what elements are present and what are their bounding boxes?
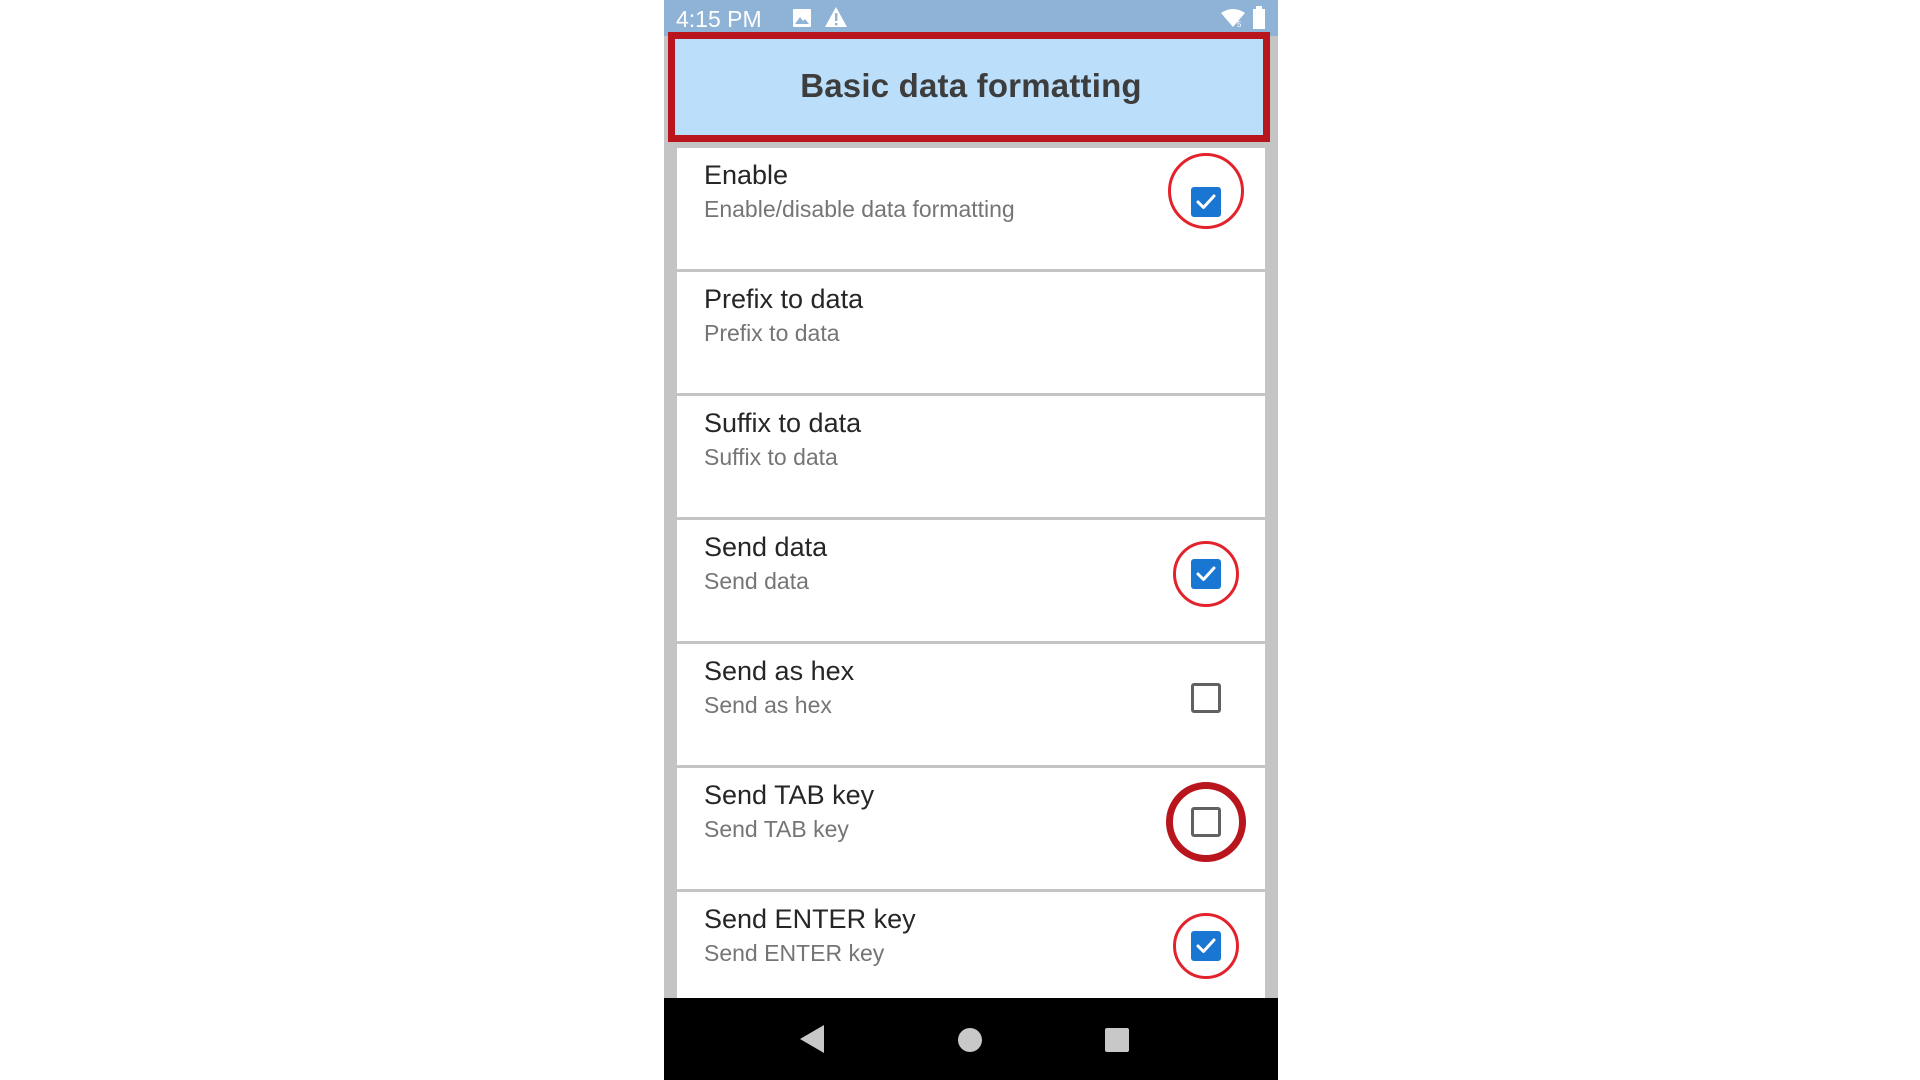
setting-summary: Suffix to data bbox=[704, 444, 838, 470]
warning-icon bbox=[825, 7, 847, 27]
setting-prefix-to-data[interactable]: Prefix to data Prefix to data bbox=[677, 272, 1265, 393]
send-as-hex-checkbox[interactable] bbox=[1191, 683, 1221, 713]
navigation-bar bbox=[664, 998, 1278, 1080]
checkmark-icon bbox=[1196, 194, 1216, 209]
recents-icon[interactable] bbox=[1105, 1028, 1129, 1052]
setting-send-data[interactable]: Send data Send data bbox=[677, 520, 1265, 641]
send-tab-key-checkbox[interactable] bbox=[1191, 807, 1221, 837]
status-bar: 4:15 PM 5 bbox=[664, 0, 1278, 36]
setting-summary: Enable/disable data formatting bbox=[704, 196, 1015, 222]
app-bar: Basic data formatting bbox=[674, 36, 1268, 136]
setting-send-enter-key[interactable]: Send ENTER key Send ENTER key bbox=[677, 892, 1265, 1013]
settings-list: Enable Enable/disable data formatting Pr… bbox=[677, 148, 1265, 1016]
setting-summary: Prefix to data bbox=[704, 320, 840, 346]
setting-send-tab-key[interactable]: Send TAB key Send TAB key bbox=[677, 768, 1265, 889]
setting-enable[interactable]: Enable Enable/disable data formatting bbox=[677, 148, 1265, 269]
setting-summary: Send TAB key bbox=[704, 816, 849, 842]
setting-send-as-hex[interactable]: Send as hex Send as hex bbox=[677, 644, 1265, 765]
setting-title: Send TAB key bbox=[704, 780, 875, 810]
battery-icon bbox=[1253, 6, 1265, 29]
enable-checkbox[interactable] bbox=[1191, 187, 1221, 217]
setting-title: Send ENTER key bbox=[704, 904, 916, 934]
setting-summary: Send as hex bbox=[704, 692, 832, 718]
setting-title: Prefix to data bbox=[704, 284, 864, 314]
svg-text:5: 5 bbox=[1237, 20, 1242, 28]
image-icon bbox=[793, 9, 811, 27]
page-title: Basic data formatting bbox=[800, 67, 1142, 104]
wifi-icon: 5 bbox=[1221, 9, 1245, 28]
setting-summary: Send ENTER key bbox=[704, 940, 885, 966]
phone-screen: 4:15 PM 5 Basic data formatting Enable E… bbox=[664, 0, 1278, 1080]
setting-summary: Send data bbox=[704, 568, 809, 594]
send-data-checkbox[interactable] bbox=[1191, 559, 1221, 589]
send-enter-key-checkbox[interactable] bbox=[1191, 931, 1221, 961]
setting-title: Send as hex bbox=[704, 656, 855, 686]
status-time: 4:15 PM bbox=[676, 6, 762, 32]
setting-title: Send data bbox=[704, 532, 828, 562]
setting-title: Suffix to data bbox=[704, 408, 862, 438]
checkmark-icon bbox=[1196, 938, 1216, 953]
setting-suffix-to-data[interactable]: Suffix to data Suffix to data bbox=[677, 396, 1265, 517]
setting-title: Enable bbox=[704, 160, 789, 190]
home-icon[interactable] bbox=[957, 1027, 983, 1053]
checkmark-icon bbox=[1196, 566, 1216, 581]
back-icon[interactable] bbox=[798, 1024, 826, 1054]
